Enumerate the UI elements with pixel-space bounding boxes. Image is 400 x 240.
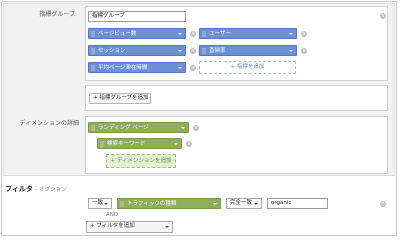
remove-metric-icon[interactable]: ×: [301, 48, 307, 54]
chevron-down-icon[interactable]: [181, 127, 185, 129]
drag-handle-icon[interactable]: [91, 31, 95, 37]
add-metric-button[interactable]: + 指標を追加: [199, 61, 296, 74]
drag-handle-icon[interactable]: [120, 201, 124, 207]
metric-chip-label: ページビュー数: [98, 31, 137, 37]
filter-optional-label: - オプション: [35, 187, 67, 193]
dimension-chip-search-keyword[interactable]: 検索キーワード: [97, 138, 182, 149]
chevron-down-icon[interactable]: [254, 203, 258, 205]
remove-metric-icon[interactable]: ×: [190, 65, 196, 71]
add-filter-label: + フィルタを追加: [90, 223, 135, 229]
add-filter-select[interactable]: + フィルタを追加: [86, 221, 173, 233]
chevron-down-icon[interactable]: [165, 226, 169, 228]
chevron-down-icon[interactable]: [213, 203, 217, 205]
remove-dimension-icon[interactable]: ×: [193, 125, 199, 131]
filter-match-type-value: 完全一致: [230, 200, 253, 206]
filter-and-label: AND: [106, 212, 119, 218]
metric-chip-bounce-rate[interactable]: 直帰率: [199, 45, 297, 56]
filter-dimension-value: トラフィックの種類: [127, 201, 177, 207]
chevron-down-icon[interactable]: [289, 33, 293, 35]
filter-value-input[interactable]: organic: [267, 198, 328, 209]
chevron-down-icon[interactable]: [178, 33, 182, 35]
filter-include-select[interactable]: 一致: [88, 198, 112, 209]
metric-chip-avg-time-on-page[interactable]: 平均ページ滞在時間: [88, 62, 186, 73]
metric-chip-pageviews[interactable]: ページビュー数: [88, 28, 186, 39]
drag-handle-icon[interactable]: [202, 31, 206, 37]
metric-group-label: 指標グループ: [39, 11, 75, 18]
chevron-down-icon[interactable]: [174, 143, 178, 145]
filter-heading: フィルタ - オプション: [5, 184, 67, 194]
add-metric-group-button[interactable]: + 指標グループを追加: [89, 93, 151, 104]
add-dimension-button[interactable]: + ディメンションを追加: [106, 154, 176, 168]
filter-include-value: 一致: [92, 200, 104, 206]
chevron-down-icon[interactable]: [178, 67, 182, 69]
filter-match-type-select[interactable]: 完全一致: [226, 198, 262, 209]
remove-metric-icon[interactable]: ×: [190, 48, 196, 54]
remove-filter-icon[interactable]: ×: [380, 201, 386, 207]
drag-handle-icon[interactable]: [91, 65, 95, 71]
remove-dimension-icon[interactable]: ×: [186, 141, 192, 147]
metric-chip-label: ユーザー: [209, 31, 231, 37]
filter-dimension-chip[interactable]: トラフィックの種類: [117, 198, 221, 209]
remove-metric-icon[interactable]: ×: [301, 31, 307, 37]
drag-handle-icon[interactable]: [202, 48, 206, 54]
chevron-down-icon[interactable]: [104, 203, 108, 205]
dimension-chip-landing-page[interactable]: ランディング ページ: [88, 122, 189, 133]
metric-chip-users[interactable]: ユーザー: [199, 28, 297, 39]
drag-handle-icon[interactable]: [91, 48, 95, 54]
metric-chip-label: 平均ページ滞在時間: [98, 65, 148, 71]
metric-chip-label: 直帰率: [209, 48, 226, 54]
drag-handle-icon[interactable]: [100, 141, 104, 147]
chevron-down-icon[interactable]: [289, 50, 293, 52]
dimension-chip-label: 検索キーワード: [107, 141, 146, 147]
metric-group-name-input[interactable]: 指標グループ: [88, 11, 186, 22]
filter-title: フィルタ: [5, 185, 33, 193]
dimension-drilldown-label: ディメンションの詳細: [19, 120, 79, 127]
remove-metric-icon[interactable]: ×: [190, 31, 196, 37]
drag-handle-icon[interactable]: [91, 125, 95, 131]
metric-chip-sessions[interactable]: セッション: [88, 45, 186, 56]
metric-group-remove-icon[interactable]: ×: [380, 13, 386, 19]
chevron-down-icon[interactable]: [178, 50, 182, 52]
metric-chip-label: セッション: [98, 48, 126, 54]
dimension-chip-label: ランディング ページ: [98, 125, 149, 131]
